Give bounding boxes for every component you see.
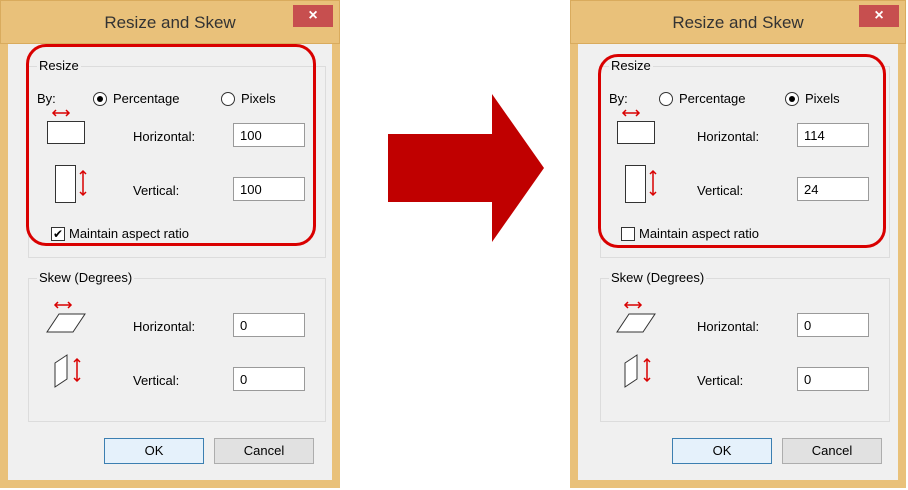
skew-group-title: Skew (Degrees)	[37, 270, 135, 285]
skew-vertical-icon	[623, 353, 659, 391]
ok-button[interactable]: OK	[672, 438, 772, 464]
skew-vertical-input[interactable]: 0	[233, 367, 305, 391]
skew-vertical-icon	[53, 353, 89, 391]
skew-horizontal-label: Horizontal:	[697, 319, 760, 334]
dialog-title: Resize and Skew	[672, 13, 804, 32]
skew-vertical-label: Vertical:	[133, 373, 180, 388]
skew-group: Skew (Degrees) Horizontal: 0 Vertical: 0	[600, 270, 890, 422]
skew-horizontal-input[interactable]: 0	[233, 313, 305, 337]
title-bar: Resize and Skew ×	[570, 0, 906, 44]
skew-vertical-input[interactable]: 0	[797, 367, 869, 391]
resize-highlight	[26, 44, 316, 246]
skew-group: Skew (Degrees) Horizontal: 0 Vertical: 0	[28, 270, 326, 422]
close-button[interactable]: ×	[293, 5, 333, 27]
skew-group-title: Skew (Degrees)	[609, 270, 707, 285]
dialog-title: Resize and Skew	[104, 13, 236, 32]
resize-skew-dialog-after: Resize and Skew × Resize By: Percentage …	[570, 0, 906, 488]
skew-horizontal-icon	[45, 301, 89, 335]
cancel-button[interactable]: Cancel	[782, 438, 882, 464]
cancel-button[interactable]: Cancel	[214, 438, 314, 464]
close-button[interactable]: ×	[859, 5, 899, 27]
skew-horizontal-icon	[615, 301, 659, 335]
right-arrow-icon	[388, 94, 544, 242]
title-bar: Resize and Skew ×	[0, 0, 340, 44]
skew-horizontal-input[interactable]: 0	[797, 313, 869, 337]
ok-button[interactable]: OK	[104, 438, 204, 464]
resize-skew-dialog-before: Resize and Skew × Resize By: Percentage …	[0, 0, 340, 488]
skew-horizontal-label: Horizontal:	[133, 319, 196, 334]
resize-highlight	[598, 54, 886, 248]
skew-vertical-label: Vertical:	[697, 373, 744, 388]
